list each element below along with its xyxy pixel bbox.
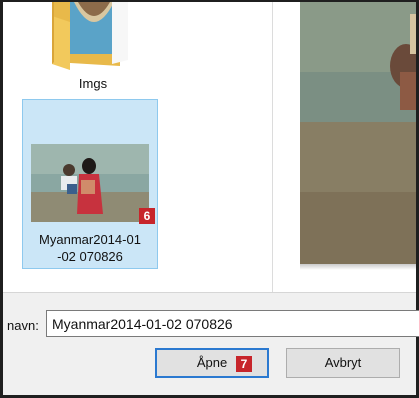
filename-input[interactable]: Myanmar2014-01-02 070826 [46,310,419,337]
filename-label: navn: [7,318,39,333]
dialog-footer: navn: Myanmar2014-01-02 070826 Åpne 7 Av… [3,292,419,395]
folder-item-imgs[interactable]: Imgs [48,2,138,98]
open-button-label: Åpne [196,355,228,370]
step-badge-6: 6 [139,208,155,224]
preview-shadow [300,264,416,270]
folder-label: Imgs [78,76,108,91]
preview-image [300,2,416,264]
file-item-label: Myanmar2014-01 -02 070826 [23,231,157,265]
folder-icon [52,2,128,70]
photo-thumbnail [31,144,149,222]
cancel-button-label: Avbryt [324,355,362,370]
step-badge-7: 7 [236,356,252,372]
file-list[interactable]: Imgs 6 Myanmar2014-01 -02 070826 [3,2,272,292]
file-item-label-line2: -02 070826 [57,249,123,264]
cancel-button[interactable]: Avbryt [286,348,400,378]
file-item-label-line1: Myanmar2014-01 [39,232,141,247]
pane-divider[interactable] [272,2,273,292]
file-item-selected[interactable]: 6 Myanmar2014-01 -02 070826 [22,99,158,269]
